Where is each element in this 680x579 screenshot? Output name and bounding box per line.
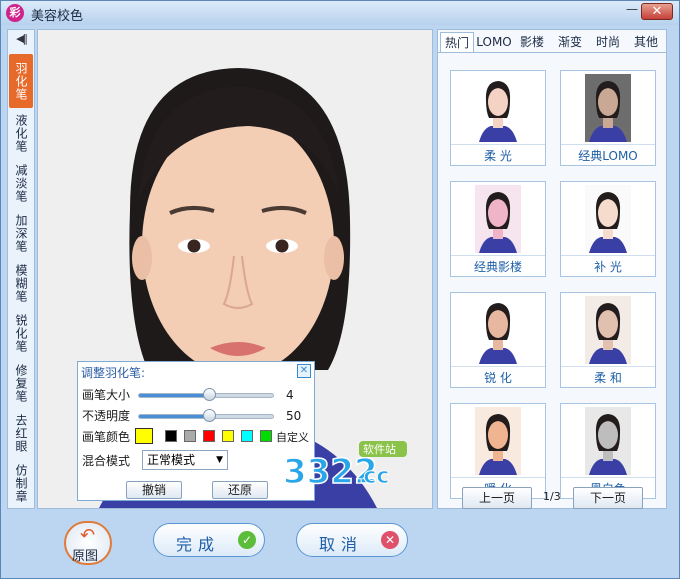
effect-thumbnail[interactable]: 锐 化 bbox=[450, 292, 546, 388]
watermark-logo: 3322 .cc 软件站 bbox=[281, 437, 409, 493]
color-swatch-gray[interactable] bbox=[184, 430, 196, 442]
effect-thumbnail[interactable]: 暖 化 bbox=[450, 403, 546, 499]
tool-feather-brush[interactable]: 羽化笔 bbox=[9, 54, 33, 108]
opacity-value: 50 bbox=[286, 409, 302, 423]
blend-mode-label: 混合模式 bbox=[82, 454, 131, 468]
blend-mode-value: 正常模式 bbox=[147, 453, 196, 467]
brush-size-slider-handle[interactable] bbox=[202, 388, 216, 401]
effects-panel: 热门 LOMO 影楼 渐变 时尚 其他 柔 光经典LOMO 经典影楼补 光锐 化柔… bbox=[437, 29, 667, 509]
selected-color-swatch[interactable] bbox=[135, 428, 153, 444]
check-icon: ✓ bbox=[238, 531, 256, 549]
tool-liquify-brush[interactable]: 液化笔 bbox=[9, 108, 33, 158]
effect-thumbnail[interactable]: 经典LOMO bbox=[560, 70, 656, 166]
tool-red-eye[interactable]: 去红眼 bbox=[9, 408, 33, 458]
watermark-suffix: .cc bbox=[355, 464, 389, 489]
tab-divider bbox=[438, 52, 666, 53]
effect-preview-image bbox=[585, 185, 631, 253]
blend-mode-select[interactable]: 正常模式 ▼ bbox=[142, 450, 228, 470]
minimize-button[interactable]: — bbox=[623, 3, 641, 18]
color-swatch-cyan[interactable] bbox=[241, 430, 253, 442]
chevron-down-icon: ▼ bbox=[216, 455, 223, 465]
collapse-panel-icon[interactable]: ◀|| bbox=[8, 32, 34, 50]
tool-clone-stamp[interactable]: 仿制章 bbox=[9, 458, 33, 508]
window-title: 美容校色 bbox=[31, 9, 84, 24]
effect-preview-image bbox=[475, 185, 521, 253]
color-swatch-black[interactable] bbox=[165, 430, 177, 442]
watermark-tag: 软件站 bbox=[363, 442, 396, 456]
tab-studio[interactable]: 影楼 bbox=[514, 32, 550, 52]
tab-gradient[interactable]: 渐变 bbox=[552, 32, 588, 52]
effect-label: 经典LOMO bbox=[561, 144, 655, 164]
tool-heal-brush[interactable]: 修复笔 bbox=[9, 358, 33, 408]
done-label: 完成 bbox=[176, 535, 221, 554]
brush-size-label: 画笔大小 bbox=[82, 388, 131, 402]
app-logo-icon: 彩 bbox=[6, 4, 24, 22]
page-indicator: 1/3 bbox=[543, 490, 561, 503]
cancel-button[interactable]: 取消 ✕ bbox=[296, 523, 408, 557]
effect-label: 柔 和 bbox=[561, 366, 655, 386]
brush-size-value: 4 bbox=[286, 388, 294, 402]
title-bar[interactable]: 彩 美容校色 — ✕ bbox=[1, 1, 679, 25]
app-window: 彩 美容校色 — ✕ ◀|| 羽化笔 液化笔 减淡笔 加深笔 模糊笔 锐化笔 修… bbox=[0, 0, 680, 579]
original-image-button[interactable]: ↶ 原图 bbox=[64, 521, 112, 565]
tool-sharpen-brush[interactable]: 锐化笔 bbox=[9, 308, 33, 358]
effect-preview-image bbox=[475, 296, 521, 364]
done-button[interactable]: 完成 ✓ bbox=[153, 523, 265, 557]
brush-color-label: 画笔颜色 bbox=[82, 430, 131, 444]
adjust-panel-title: 调整羽化笔: bbox=[81, 366, 146, 380]
effect-label: 锐 化 bbox=[451, 366, 545, 386]
effect-preview-image bbox=[475, 74, 521, 142]
brush-size-slider-fill bbox=[139, 394, 209, 397]
close-icon[interactable]: ✕ bbox=[297, 364, 311, 378]
effect-thumbnail[interactable]: 黑白色 bbox=[560, 403, 656, 499]
original-image-label: 原图 bbox=[72, 549, 99, 564]
tab-lomo[interactable]: LOMO bbox=[476, 32, 512, 52]
effect-label: 柔 光 bbox=[451, 144, 545, 164]
effect-label: 补 光 bbox=[561, 255, 655, 275]
undo-button[interactable]: 撤销 bbox=[126, 481, 182, 499]
color-swatch-red[interactable] bbox=[203, 430, 215, 442]
brush-size-slider[interactable] bbox=[138, 388, 274, 401]
effect-preview-image bbox=[585, 296, 631, 364]
effect-preview-image bbox=[475, 407, 521, 475]
tool-strip: ◀|| 羽化笔 液化笔 减淡笔 加深笔 模糊笔 锐化笔 修复笔 去红眼 仿制章 bbox=[7, 29, 35, 509]
effect-preview-image bbox=[585, 74, 631, 142]
tab-other[interactable]: 其他 bbox=[628, 32, 664, 52]
undo-arrow-icon: ↶ bbox=[80, 525, 96, 546]
next-page-button[interactable]: 下一页 bbox=[573, 487, 643, 509]
effect-label: 经典影楼 bbox=[451, 255, 545, 275]
restore-button[interactable]: 还原 bbox=[212, 481, 268, 499]
tool-dodge-brush[interactable]: 减淡笔 bbox=[9, 158, 33, 208]
effect-thumbnail[interactable]: 补 光 bbox=[560, 181, 656, 277]
opacity-slider-handle[interactable] bbox=[202, 409, 216, 422]
tool-burn-brush[interactable]: 加深笔 bbox=[9, 208, 33, 258]
adjust-brush-panel: 调整羽化笔: ✕ 画笔大小 4 不透明度 50 画笔颜色 自定义 混合模式 正常… bbox=[77, 361, 315, 501]
prev-page-button[interactable]: 上一页 bbox=[462, 487, 532, 509]
tab-popular[interactable]: 热门 bbox=[440, 32, 474, 52]
effect-thumbnail[interactable]: 柔 和 bbox=[560, 292, 656, 388]
effect-preview-image bbox=[585, 407, 631, 475]
effect-thumbnail[interactable]: 柔 光 bbox=[450, 70, 546, 166]
opacity-slider[interactable] bbox=[138, 409, 274, 422]
close-icon: ✕ bbox=[381, 531, 399, 549]
color-swatch-green[interactable] bbox=[260, 430, 272, 442]
tool-blur-brush[interactable]: 模糊笔 bbox=[9, 258, 33, 308]
opacity-label: 不透明度 bbox=[82, 409, 131, 423]
opacity-slider-fill bbox=[139, 415, 209, 418]
color-swatch-yellow[interactable] bbox=[222, 430, 234, 442]
cancel-label: 取消 bbox=[319, 535, 364, 554]
close-button[interactable]: ✕ bbox=[641, 3, 673, 20]
effect-thumbnail[interactable]: 经典影楼 bbox=[450, 181, 546, 277]
tab-fashion[interactable]: 时尚 bbox=[590, 32, 626, 52]
